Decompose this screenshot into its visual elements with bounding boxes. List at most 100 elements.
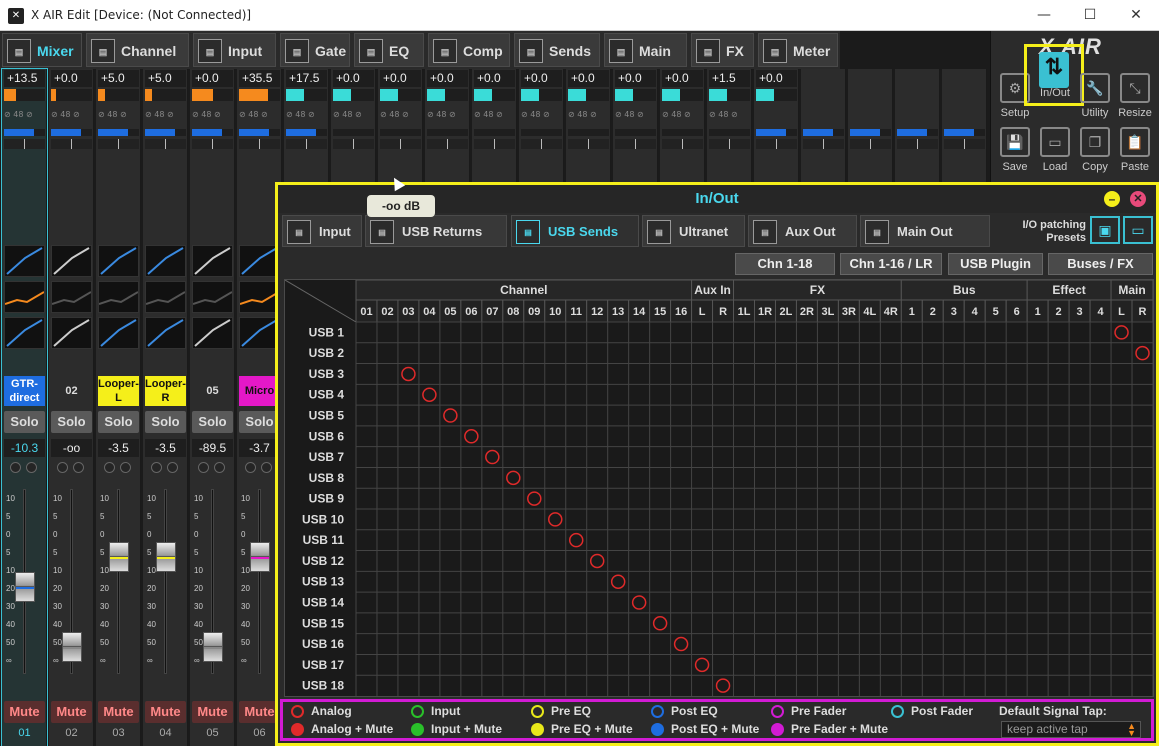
eq-graph[interactable] [192,281,233,313]
phantom-power-toggle[interactable]: ⊘ 48 ⊘ [145,109,186,121]
stereo-link[interactable] [104,462,134,474]
patch-preset-button[interactable]: Chn 1-16 / LR [840,253,942,275]
pan-knob[interactable] [850,139,891,149]
comp-graph[interactable] [239,317,280,349]
gain-display[interactable]: +0.0 [333,70,374,87]
solo-button[interactable]: Solo [4,411,45,433]
solo-button[interactable]: Solo [51,411,92,433]
phantom-power-toggle[interactable]: ⊘ 48 ⊘ [615,109,656,121]
close-button[interactable]: ✕ [1113,0,1159,31]
inout-tab-aux-out[interactable]: ▤ Aux Out [748,215,857,247]
pan-knob[interactable] [944,139,985,149]
stereo-link[interactable] [245,462,275,474]
tab-meter[interactable]: ▤ Meter [758,33,838,67]
phantom-power-toggle[interactable]: ⊘ 48 ⊘ [4,109,45,121]
gain-display[interactable]: +0.0 [427,70,468,87]
tab-sends[interactable]: ▤ Sends [514,33,600,67]
pan-knob[interactable] [286,139,327,149]
minimize-button[interactable]: — [1021,0,1067,31]
gain-display[interactable]: +0.0 [568,70,609,87]
eq-graph[interactable] [239,281,280,313]
pan-knob[interactable] [568,139,609,149]
pan-knob[interactable] [145,139,186,149]
tab-input[interactable]: ▤ Input [193,33,276,67]
gain-display[interactable]: +35.5 [239,70,280,87]
tab-fx[interactable]: ▤ FX [691,33,754,67]
phantom-power-toggle[interactable]: ⊘ 48 ⊘ [239,109,280,121]
preset-load-button[interactable]: ▭ [1123,216,1153,244]
gain-display[interactable]: +0.0 [521,70,562,87]
solo-button[interactable]: Solo [145,411,186,433]
phantom-power-toggle[interactable]: ⊘ 48 ⊘ [286,109,327,121]
gain-display[interactable]: +0.0 [615,70,656,87]
pan-knob[interactable] [192,139,233,149]
pan-knob[interactable] [662,139,703,149]
pan-knob[interactable] [756,139,797,149]
channel-name[interactable]: Micro [239,376,280,406]
phantom-power-toggle[interactable]: ⊘ 48 ⊘ [521,109,562,121]
patch-preset-button[interactable]: USB Plugin [948,253,1043,275]
mute-button[interactable]: Mute [51,701,92,723]
phantom-power-toggle[interactable]: ⊘ 48 ⊘ [380,109,421,121]
fader-cap[interactable] [62,632,82,662]
pan-knob[interactable] [427,139,468,149]
channel-name[interactable]: Looper- L [98,376,139,406]
gate-graph[interactable] [192,245,233,277]
gain-display[interactable]: +0.0 [662,70,703,87]
fader-cap[interactable] [15,572,35,602]
phantom-power-toggle[interactable]: ⊘ 48 ⊘ [333,109,374,121]
comp-graph[interactable] [192,317,233,349]
inout-tab-main-out[interactable]: ▤ Main Out [860,215,990,247]
stereo-link[interactable] [10,462,40,474]
pan-knob[interactable] [803,139,844,149]
gate-graph[interactable] [239,245,280,277]
mute-button[interactable]: Mute [239,701,280,723]
stereo-link[interactable] [198,462,228,474]
pan-knob[interactable] [474,139,515,149]
gain-display[interactable]: +13.5 [4,70,45,87]
gain-display[interactable]: +0.0 [51,70,92,87]
tab-comp[interactable]: ▤ Comp [428,33,510,67]
channel-name[interactable]: Looper- R [145,376,186,406]
inout-tab-input[interactable]: ▤ Input [282,215,362,247]
gain-display[interactable]: +1.5 [709,70,750,87]
fader-cap[interactable] [109,542,129,572]
eq-graph[interactable] [145,281,186,313]
phantom-power-toggle[interactable]: ⊘ 48 ⊘ [98,109,139,121]
preset-save-button[interactable]: ▣ [1090,216,1120,244]
maximize-button[interactable]: ☐ [1067,0,1113,31]
mute-button[interactable]: Mute [145,701,186,723]
fader-cap[interactable] [203,632,223,662]
gate-graph[interactable] [4,245,45,277]
tab-channel[interactable]: ▤ Channel [86,33,189,67]
resize-button[interactable]: ⤡ Resize [1115,69,1155,125]
fader-cap[interactable] [156,542,176,572]
gain-display[interactable]: +0.0 [192,70,233,87]
phantom-power-toggle[interactable]: ⊘ 48 ⊘ [709,109,750,121]
comp-graph[interactable] [4,317,45,349]
phantom-power-toggle[interactable]: ⊘ 48 ⊘ [474,109,515,121]
tab-main[interactable]: ▤ Main [604,33,687,67]
pan-knob[interactable] [98,139,139,149]
tab-gate[interactable]: ▤ Gate [280,33,350,67]
inout-tab-ultranet[interactable]: ▤ Ultranet [642,215,745,247]
mute-button[interactable]: Mute [4,701,45,723]
default-tap-select[interactable]: keep active tap ▲ ▼ [1001,721,1141,738]
phantom-power-toggle[interactable]: ⊘ 48 ⊘ [568,109,609,121]
paste-button[interactable]: 📋 Paste [1115,123,1155,179]
stereo-link[interactable] [151,462,181,474]
comp-graph[interactable] [51,317,92,349]
gain-display[interactable]: +0.0 [474,70,515,87]
pan-knob[interactable] [897,139,938,149]
dialog-minimize-button[interactable]: – [1104,191,1120,207]
gain-display[interactable]: +5.0 [145,70,186,87]
channel-name[interactable]: 05 [192,376,233,406]
mute-button[interactable]: Mute [192,701,233,723]
channel-name[interactable]: 02 [51,376,92,406]
pan-knob[interactable] [4,139,45,149]
patch-preset-button[interactable]: Chn 1-18 [735,253,835,275]
gain-display[interactable]: +5.0 [98,70,139,87]
gate-graph[interactable] [98,245,139,277]
pan-knob[interactable] [380,139,421,149]
phantom-power-toggle[interactable]: ⊘ 48 ⊘ [51,109,92,121]
